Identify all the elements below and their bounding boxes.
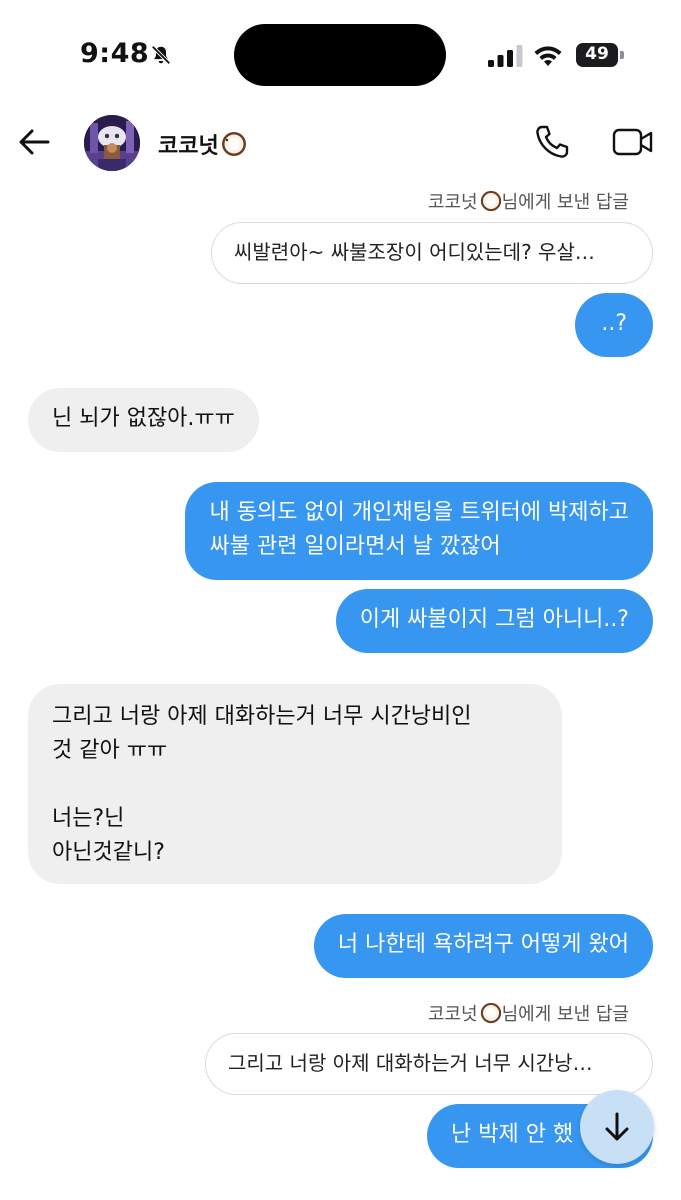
message-bubble-incoming[interactable]: 그리고 너랑 아제 대화하는거 너무 시간낭비인 것 같아 ㅠㅠ 너는?닌 아닌…: [28, 684, 562, 884]
reply-quote[interactable]: 그리고 너랑 아제 대화하는거 너무 시간낭…: [205, 1033, 653, 1095]
coconut-emoji-icon: [480, 1002, 501, 1024]
contact-name[interactable]: 코코넛: [158, 128, 247, 160]
reply-label-name: 코코넛: [427, 192, 478, 213]
battery-level: 49: [585, 44, 609, 64]
reply-label-name: 코코넛: [427, 1004, 478, 1025]
cellular-signal-icon: [488, 45, 523, 67]
coconut-emoji-icon: [480, 190, 501, 212]
scroll-to-bottom-button[interactable]: [580, 1090, 654, 1164]
message-bubble-outgoing[interactable]: 너 나한테 욕하려구 어떻게 왔어: [313, 914, 653, 978]
bell-slash-icon: [151, 45, 171, 65]
reply-quote[interactable]: 씨발련아~ 싸불조장이 어디있는데? 우살…: [211, 222, 653, 284]
video-camera-icon[interactable]: [612, 126, 654, 158]
battery-indicator: 49: [576, 43, 624, 67]
message-bubble-incoming[interactable]: 닌 뇌가 없잖아.ㅠㅠ: [28, 388, 259, 452]
avatar[interactable]: [84, 115, 140, 171]
chat-header: 코코넛: [0, 108, 681, 176]
arrow-down-icon: [605, 1112, 629, 1141]
status-time: 9:48: [80, 38, 150, 69]
reply-label-suffix: 님에게 보낸 답글: [501, 1004, 629, 1025]
battery-tip: [620, 51, 624, 59]
reply-label: 코코넛 님에게 보낸 답글: [428, 188, 629, 214]
back-arrow-icon[interactable]: [18, 128, 50, 156]
message-bubble-outgoing[interactable]: ..?: [575, 293, 653, 357]
contact-name-text: 코코넛: [158, 134, 219, 159]
dynamic-island: [234, 24, 446, 86]
message-bubble-outgoing[interactable]: 내 동의도 없이 개인채팅을 트위터에 박제하고 싸불 관련 일이라면서 날 깠…: [185, 482, 653, 580]
coconut-emoji-icon: [221, 132, 246, 156]
message-bubble-outgoing[interactable]: 이게 싸불이지 그럼 아니니..?: [335, 589, 653, 653]
phone-icon[interactable]: [534, 124, 570, 160]
status-bar: 9:48 49: [0, 0, 681, 100]
avatar-image: [84, 115, 140, 171]
wifi-icon: [534, 46, 562, 66]
reply-label-suffix: 님에게 보낸 답글: [501, 192, 629, 213]
reply-label: 코코넛 님에게 보낸 답글: [428, 1000, 629, 1026]
